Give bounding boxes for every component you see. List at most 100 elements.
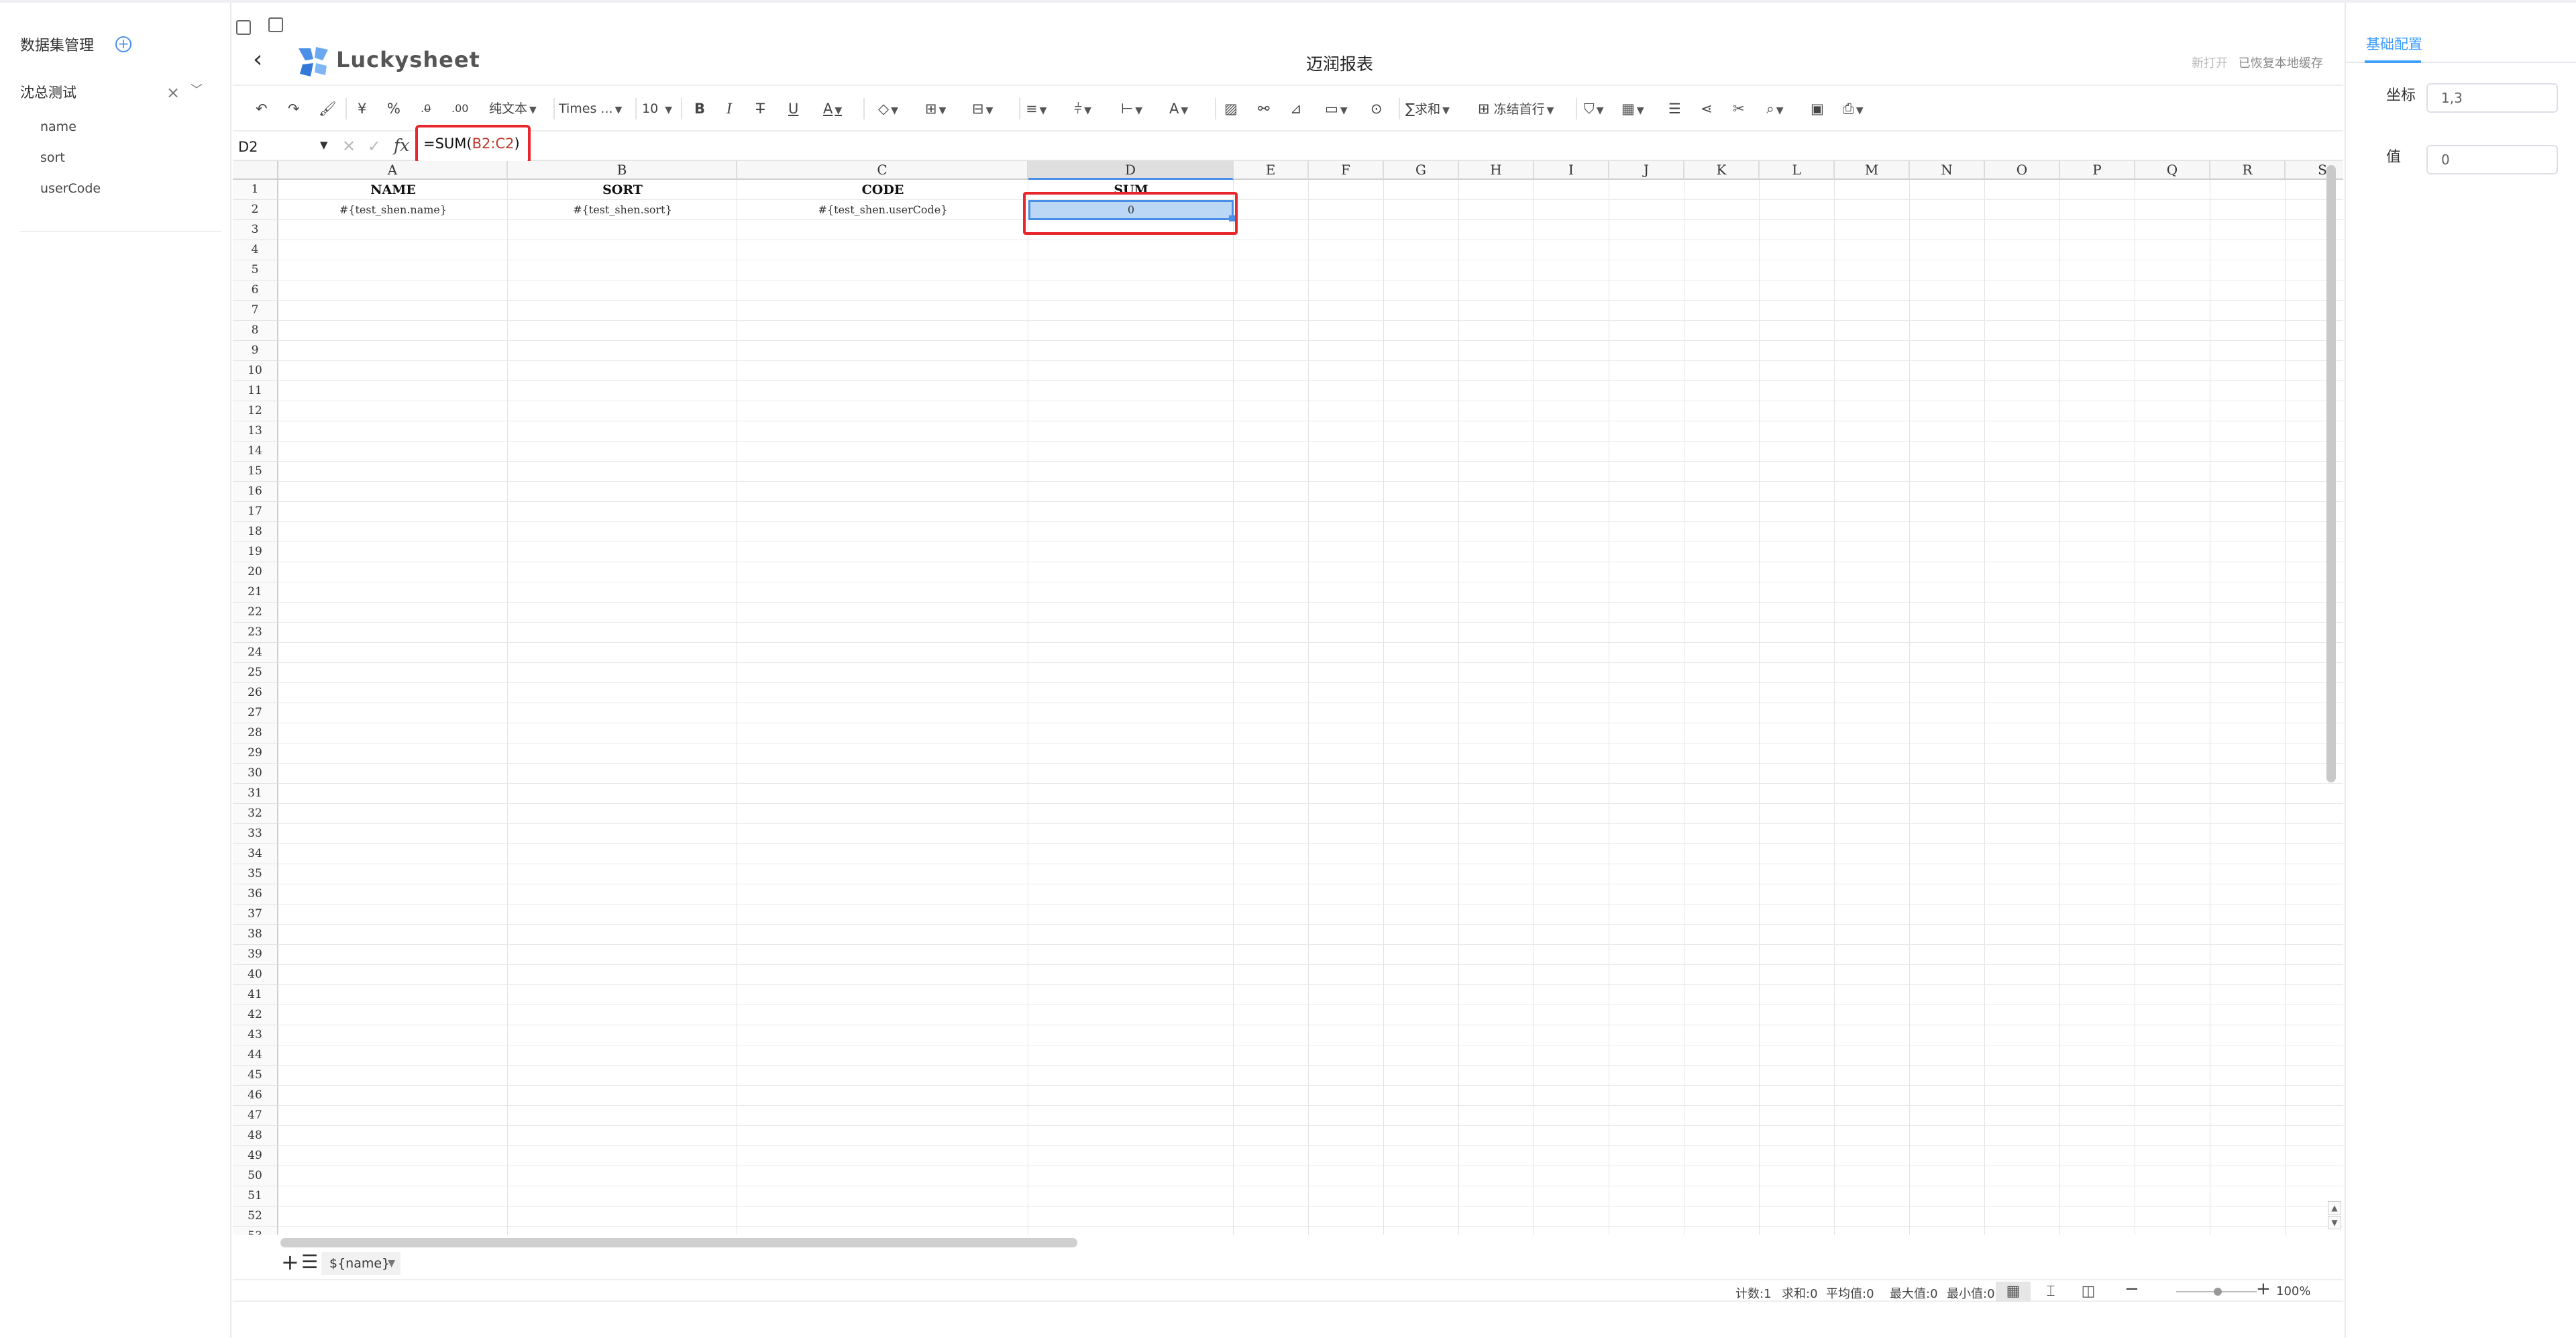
decimal-decrease-icon[interactable]: .0̶: [421, 99, 431, 118]
column-header[interactable]: F: [1309, 161, 1384, 180]
row-header[interactable]: 10: [233, 361, 278, 381]
bold-icon[interactable]: B: [694, 99, 705, 118]
close-icon[interactable]: ×: [166, 85, 180, 101]
row-header[interactable]: 21: [233, 582, 278, 603]
row-header[interactable]: 35: [233, 864, 278, 884]
sheet-list-icon[interactable]: ☰: [301, 1251, 318, 1273]
row-header[interactable]: 44: [233, 1045, 278, 1066]
chevron-down-icon[interactable]: ﹀: [191, 81, 203, 98]
row-header[interactable]: 41: [233, 985, 278, 1005]
text-rotate-icon[interactable]: A ▼: [1169, 99, 1188, 118]
row-header[interactable]: 2: [233, 200, 278, 220]
column-header[interactable]: R: [2210, 161, 2286, 180]
column-header[interactable]: L: [1760, 161, 1835, 180]
row-header[interactable]: 26: [233, 683, 278, 703]
row-header[interactable]: 20: [233, 562, 278, 582]
font-family-dropdown[interactable]: Times ... ▼: [559, 99, 622, 118]
row-header[interactable]: 33: [233, 824, 278, 844]
strikethrough-icon[interactable]: T: [756, 99, 765, 118]
save-icon[interactable]: [268, 17, 283, 32]
row-header[interactable]: 38: [233, 925, 278, 945]
row-header[interactable]: 50: [233, 1166, 278, 1186]
dataset-field-usercode[interactable]: userCode: [40, 181, 101, 196]
value-input[interactable]: 0: [2426, 145, 2558, 174]
row-header[interactable]: 32: [233, 804, 278, 824]
dataset-name[interactable]: 沈总测试: [20, 82, 76, 102]
fill-color-icon[interactable]: ◇ ▼: [878, 99, 898, 118]
column-header[interactable]: D: [1028, 161, 1234, 180]
tab-basic-config[interactable]: 基础配置: [2366, 34, 2422, 54]
dataset-field-name[interactable]: name: [40, 119, 76, 134]
zoom-out-icon[interactable]: −: [2125, 1279, 2139, 1299]
sum-dropdown[interactable]: ∑求和 ▼: [1405, 99, 1450, 118]
formula-highlight-box[interactable]: =SUM(B2:C2): [415, 125, 531, 164]
select-all-corner[interactable]: [233, 161, 278, 180]
plus-circle-icon[interactable]: +: [115, 36, 131, 52]
split-column-icon[interactable]: ⋖: [1701, 99, 1713, 118]
column-header[interactable]: Q: [2135, 161, 2210, 180]
row-header[interactable]: 47: [233, 1106, 278, 1126]
row-header[interactable]: 18: [233, 522, 278, 542]
page-layout-view-icon[interactable]: ◫: [2071, 1282, 2106, 1302]
cell-b1[interactable]: SORT: [508, 180, 737, 200]
undo-icon[interactable]: ↶: [256, 99, 268, 118]
row-header[interactable]: 7: [233, 301, 278, 321]
column-header[interactable]: B: [508, 161, 737, 180]
page-break-view-icon[interactable]: ⌶: [2033, 1282, 2068, 1302]
row-header[interactable]: 27: [233, 703, 278, 723]
cell-c2[interactable]: #{test_shen.userCode}: [737, 200, 1028, 220]
font-color-icon[interactable]: A ▼: [823, 99, 842, 118]
sheet-tab[interactable]: ${name} ▼: [321, 1252, 400, 1275]
copy-icon[interactable]: [236, 20, 251, 35]
row-header[interactable]: 15: [233, 462, 278, 482]
row-header[interactable]: 43: [233, 1025, 278, 1045]
spreadsheet-grid[interactable]: A B C D E F G H I J K L M N O P Q R S 1 2 3 4 5 6 7 8 9 10 11 12 13 14 15…: [233, 161, 2343, 1235]
row-header[interactable]: 1: [233, 180, 278, 200]
conditional-format-icon[interactable]: ▦ ▼: [1621, 99, 1644, 118]
underline-icon[interactable]: U: [788, 99, 798, 118]
row-header[interactable]: 8: [233, 321, 278, 341]
column-header[interactable]: K: [1684, 161, 1760, 180]
currency-icon[interactable]: ¥: [358, 99, 366, 118]
row-header[interactable]: 34: [233, 844, 278, 864]
cell-c1[interactable]: CODE: [737, 180, 1028, 200]
decimal-increase-icon[interactable]: .00: [451, 99, 468, 118]
align-horizontal-icon[interactable]: ≡ ▼: [1026, 99, 1046, 118]
row-header[interactable]: 52: [233, 1206, 278, 1227]
caret-down-icon[interactable]: ▼: [320, 139, 328, 151]
row-header[interactable]: 36: [233, 884, 278, 905]
row-header[interactable]: 46: [233, 1086, 278, 1106]
cell-a1[interactable]: NAME: [278, 180, 508, 200]
column-header[interactable]: C: [737, 161, 1028, 180]
row-header[interactable]: 13: [233, 421, 278, 442]
cell-name-box[interactable]: D2: [238, 139, 258, 155]
row-header[interactable]: 42: [233, 1005, 278, 1025]
merge-cells-icon[interactable]: ⊟ ▼: [972, 99, 993, 118]
zoom-in-icon[interactable]: +: [2256, 1279, 2271, 1299]
align-vertical-icon[interactable]: ⫩ ▼: [1074, 99, 1091, 118]
confirm-icon[interactable]: ✓: [368, 137, 381, 156]
comment-icon[interactable]: ▭ ▼: [1325, 99, 1348, 118]
add-sheet-icon[interactable]: +: [281, 1249, 299, 1275]
insert-link-icon[interactable]: ⚯: [1258, 99, 1270, 118]
border-icon[interactable]: ⊞ ▼: [925, 99, 946, 118]
search-icon[interactable]: ⌕ ▼: [1766, 99, 1784, 118]
insert-image-icon[interactable]: ▨: [1224, 99, 1238, 118]
freeze-dropdown[interactable]: ⊞ 冻结首行 ▼: [1478, 99, 1554, 118]
cut-icon[interactable]: ✂: [1733, 99, 1745, 118]
normal-view-icon[interactable]: ▦: [1996, 1282, 2031, 1302]
row-header[interactable]: 11: [233, 381, 278, 401]
row-header[interactable]: 40: [233, 965, 278, 985]
redo-icon[interactable]: ↷: [288, 99, 300, 118]
row-header[interactable]: 17: [233, 502, 278, 522]
column-header[interactable]: G: [1384, 161, 1459, 180]
cancel-icon[interactable]: ✕: [342, 137, 356, 156]
text-wrap-icon[interactable]: ⊢ ▼: [1121, 99, 1142, 118]
row-header[interactable]: 9: [233, 341, 278, 361]
row-header[interactable]: 31: [233, 784, 278, 804]
row-header[interactable]: 29: [233, 743, 278, 764]
insert-chart-icon[interactable]: ⊿: [1290, 99, 1302, 118]
row-header[interactable]: 6: [233, 280, 278, 301]
format-painter-icon[interactable]: 🖌: [319, 99, 337, 118]
row-header[interactable]: 51: [233, 1186, 278, 1206]
